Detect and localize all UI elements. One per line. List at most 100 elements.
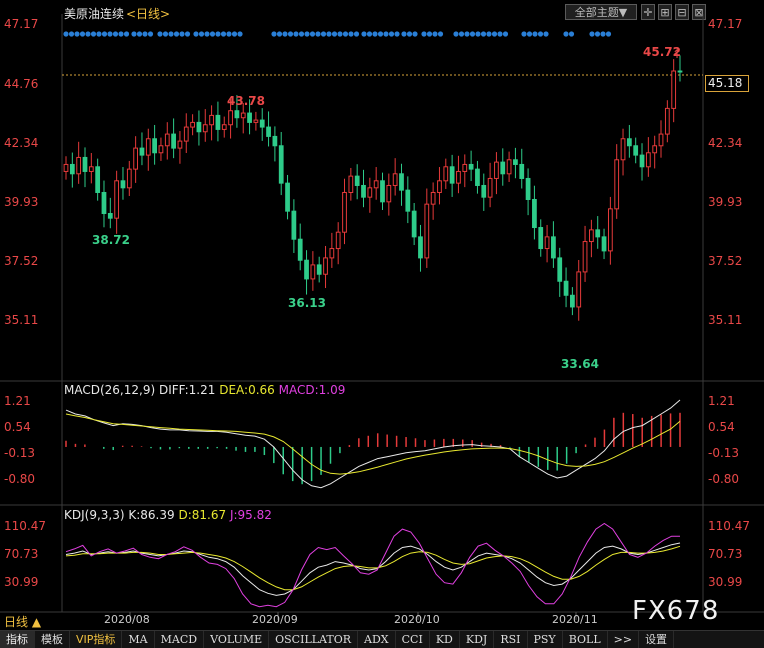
macd-diff-line <box>65 399 681 489</box>
tab-oscillator[interactable]: OSCILLATOR <box>269 631 359 648</box>
candle-body <box>418 236 423 259</box>
candle-body <box>544 236 550 250</box>
event-dot <box>406 31 413 37</box>
event-dot <box>401 31 407 37</box>
event-dot <box>366 31 373 37</box>
candle-body <box>354 175 360 186</box>
event-dot <box>568 31 575 37</box>
candle-body <box>399 173 404 191</box>
candle-body <box>538 227 544 250</box>
kdj-d-value: D:81.67 <box>178 508 227 522</box>
macd-tick: 0.54 <box>708 420 735 434</box>
event-dot <box>486 31 492 37</box>
chart-canvas[interactable]: ↑ <box>0 0 764 630</box>
event-dot <box>464 31 470 37</box>
kdj-k-value: K:86.39 <box>128 508 175 522</box>
candle-body <box>462 163 468 172</box>
tab-macd[interactable]: MACD <box>155 631 205 648</box>
candle-body <box>266 126 271 137</box>
candle-body <box>437 180 442 193</box>
candle-body <box>310 264 316 280</box>
event-dot <box>282 31 288 37</box>
candle-body <box>449 166 455 184</box>
candle-body <box>63 163 69 172</box>
candle-body <box>145 138 151 156</box>
kdj-tick: 110.47 <box>4 519 46 533</box>
event-dot <box>136 31 143 37</box>
candle-body <box>513 159 518 165</box>
event-dot <box>589 31 595 37</box>
event-dot <box>173 31 180 37</box>
tab-settings[interactable]: 设置 <box>639 631 675 648</box>
macd-hist-value: MACD:1.09 <box>278 383 346 397</box>
tab-psy[interactable]: PSY <box>528 631 563 648</box>
macd-dea-line <box>65 413 681 475</box>
candle-body <box>500 161 506 175</box>
event-dot <box>563 31 569 37</box>
kdj-legend: KDJ(9,3,3) K:86.39 D:81.67 J:95.82 <box>64 508 272 522</box>
candle-body <box>316 264 322 275</box>
period-toggle-button[interactable]: 日线 ▲ <box>4 613 41 630</box>
candle-body <box>424 203 430 259</box>
event-dot <box>361 31 367 37</box>
candle-body <box>240 112 246 119</box>
tab-rsi[interactable]: RSI <box>494 631 528 648</box>
tab-ma[interactable]: MA <box>122 631 155 648</box>
event-dot <box>497 31 503 37</box>
candle-body <box>221 124 227 130</box>
macd-tick: 0.54 <box>4 420 31 434</box>
event-dot <box>315 31 321 37</box>
candle-body <box>430 191 436 205</box>
tab-volume[interactable]: VOLUME <box>204 631 270 648</box>
kdj-tick: 70.73 <box>708 547 743 561</box>
candle-body <box>607 208 613 252</box>
event-dot <box>480 31 487 37</box>
tab-indicators[interactable]: 指标 <box>0 631 35 648</box>
event-dot <box>96 31 102 37</box>
event-dot <box>475 31 481 37</box>
tab-kdj[interactable]: KDJ <box>460 631 495 648</box>
candle-body <box>589 229 594 243</box>
macd-legend: MACD(26,12,9) DIFF:1.21 DEA:0.66 MACD:1.… <box>64 383 345 397</box>
event-dot <box>377 31 384 37</box>
candle-body <box>209 114 214 126</box>
event-dot <box>142 31 148 37</box>
candle-body <box>190 121 195 128</box>
candle-body <box>297 238 303 261</box>
annotation-low-3: 33.64 <box>561 357 599 371</box>
macd-tick: -0.80 <box>708 472 740 486</box>
event-dot <box>600 31 606 37</box>
kdj-tick: 30.99 <box>4 575 39 589</box>
tab-vip-indicators[interactable]: VIP指标 <box>70 631 123 648</box>
event-dot <box>79 31 86 37</box>
candle-body <box>456 170 461 184</box>
candle-body <box>171 133 176 149</box>
event-dot <box>326 31 332 37</box>
tab-cci[interactable]: CCI <box>396 631 430 648</box>
candle-body <box>202 124 208 133</box>
tab-more[interactable]: >> <box>608 631 640 648</box>
candle-body <box>323 257 328 275</box>
candle-body <box>76 156 82 175</box>
candle-body <box>664 107 670 135</box>
event-dot <box>298 31 305 37</box>
candle-body <box>671 70 677 109</box>
candle-body <box>468 163 474 170</box>
event-dot <box>204 31 210 37</box>
event-dot <box>320 31 327 37</box>
tab-adx[interactable]: ADX <box>358 631 396 648</box>
kdj-tick: 30.99 <box>708 575 743 589</box>
candle-body <box>304 259 309 280</box>
tab-kd[interactable]: KD <box>430 631 460 648</box>
event-dot <box>469 31 476 37</box>
candle-body <box>633 145 639 156</box>
candlestick-series <box>63 55 683 321</box>
candle-body <box>519 163 525 179</box>
macd-tick: 1.21 <box>708 394 735 408</box>
tab-templates[interactable]: 模板 <box>35 631 70 648</box>
candle-body <box>652 145 658 154</box>
candle-body <box>614 159 620 210</box>
tab-boll[interactable]: BOLL <box>563 631 608 648</box>
event-dot <box>226 31 232 37</box>
event-dot <box>353 31 360 37</box>
